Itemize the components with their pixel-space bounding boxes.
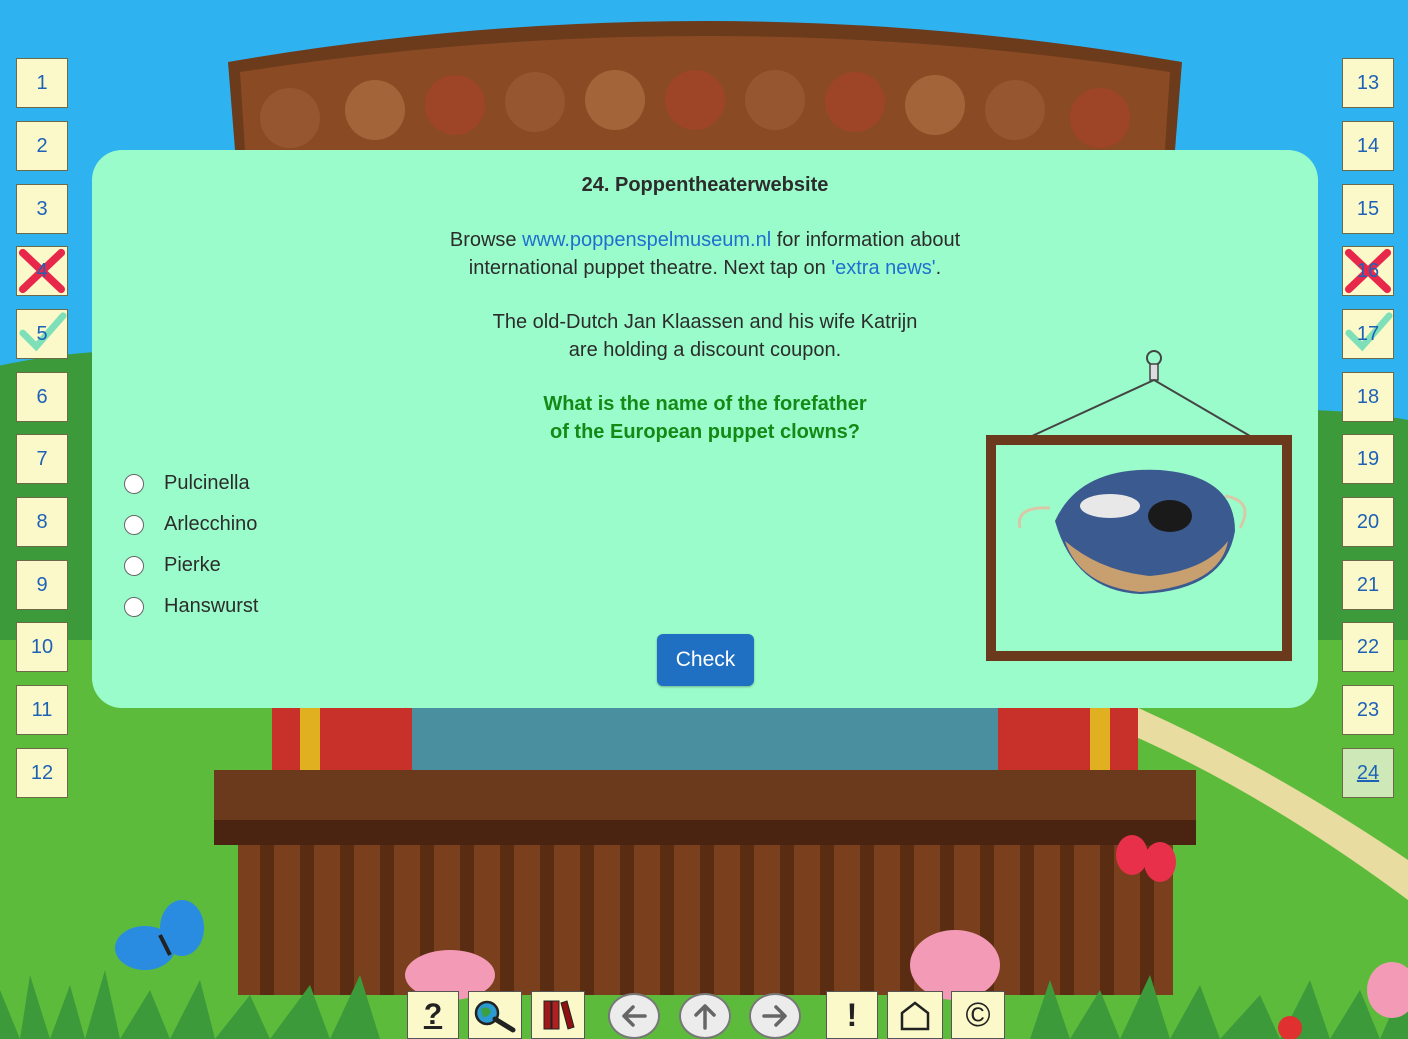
question-nav-label: 5: [36, 322, 48, 345]
radio-button[interactable]: [124, 473, 144, 494]
question-nav-label: 10: [30, 635, 54, 658]
question-nav-label: 12: [30, 761, 54, 784]
question-nav-12[interactable]: 12: [16, 748, 68, 798]
question-nav-2[interactable]: 2: [16, 121, 68, 171]
question-nav-label: 6: [36, 385, 48, 408]
question-nav-15[interactable]: 15: [1342, 184, 1394, 234]
question-nav-7[interactable]: 7: [16, 434, 68, 484]
question-nav-3[interactable]: 3: [16, 184, 68, 234]
question-nav-label: 11: [31, 698, 53, 721]
question-nav-1[interactable]: 1: [16, 58, 68, 108]
question-nav-22[interactable]: 22: [1342, 622, 1394, 672]
answer-option-pulcinella[interactable]: Pulcinella: [124, 472, 250, 495]
question-nav-4[interactable]: 4: [16, 246, 68, 296]
up-button[interactable]: [679, 993, 731, 1039]
next-button[interactable]: [749, 993, 801, 1039]
question-nav-label: 8: [36, 510, 48, 533]
help-icon: ?: [423, 998, 443, 1031]
question-nav-label: 20: [1356, 510, 1380, 533]
question-nav-9[interactable]: 9: [16, 560, 68, 610]
question-nav-label: 1: [36, 71, 48, 94]
arrow-left-icon: [622, 1005, 647, 1027]
copyright-button[interactable]: ©: [951, 991, 1005, 1039]
question-nav-label: 3: [36, 197, 48, 220]
question-nav-10[interactable]: 10: [16, 622, 68, 672]
instruction-text: for information about: [771, 229, 961, 251]
previous-button[interactable]: [608, 993, 660, 1039]
radio-button[interactable]: [124, 514, 144, 535]
question-title: 24. Poppentheaterwebsite: [581, 174, 829, 196]
answer-label: Arlecchino: [164, 513, 258, 535]
home-button[interactable]: [887, 991, 943, 1039]
question-nav-8[interactable]: 8: [16, 497, 68, 547]
answer-label: Pulcinella: [164, 472, 250, 494]
instruction-text: Browse: [449, 229, 523, 251]
books-icon: [543, 1000, 575, 1030]
instruction-text: .: [935, 257, 942, 279]
search-button[interactable]: [468, 991, 522, 1039]
question-nav-label: 13: [1356, 71, 1380, 94]
question-panel: 24. Poppentheaterwebsite Browse www.popp…: [92, 150, 1318, 708]
question-nav-11[interactable]: 11: [16, 685, 68, 735]
question-nav-5[interactable]: 5: [16, 309, 68, 359]
question-nav-13[interactable]: 13: [1342, 58, 1394, 108]
question-nav-label: 7: [36, 447, 48, 470]
answer-option-pierke[interactable]: Pierke: [124, 554, 221, 577]
question-nav-6[interactable]: 6: [16, 372, 68, 422]
framed-puppet-mask-image: [986, 350, 1292, 661]
search-globe-icon: [474, 1000, 516, 1033]
museum-website-link[interactable]: www.poppenspelmuseum.nl: [522, 229, 771, 251]
library-button[interactable]: [531, 991, 585, 1039]
question-nav-label: 24: [1356, 761, 1380, 784]
extra-news-link[interactable]: 'extra news': [831, 257, 935, 279]
question-nav-20[interactable]: 20: [1342, 497, 1394, 547]
question-nav-label: 15: [1356, 197, 1380, 220]
home-icon: [900, 1001, 930, 1031]
question-nav-label: 4: [36, 259, 48, 282]
instruction-text: international puppet theatre. Next tap o…: [468, 257, 832, 279]
question-nav-label: 2: [36, 134, 48, 157]
question-nav-label: 14: [1356, 134, 1380, 157]
question-nav-14[interactable]: 14: [1342, 121, 1394, 171]
question-nav-21[interactable]: 21: [1342, 560, 1394, 610]
question-nav-label: 17: [1356, 322, 1380, 345]
arrow-right-icon: [762, 1005, 787, 1027]
answer-label: Pierke: [164, 554, 221, 576]
help-button[interactable]: ?: [407, 991, 459, 1039]
question-nav-19[interactable]: 19: [1342, 434, 1394, 484]
question-nav-label: 19: [1356, 447, 1380, 470]
radio-button[interactable]: [124, 596, 144, 617]
question-nav-label: 18: [1356, 385, 1380, 408]
instruction-line-1: Browse www.poppenspelmuseum.nl for infor…: [92, 226, 1318, 254]
question-nav-17[interactable]: 17: [1342, 309, 1394, 359]
answer-option-arlecchino[interactable]: Arlecchino: [124, 513, 257, 536]
info-button[interactable]: !: [826, 991, 878, 1039]
radio-button[interactable]: [124, 555, 144, 576]
question-nav-label: 23: [1356, 698, 1380, 721]
check-button[interactable]: Check: [657, 634, 754, 686]
arrow-up-icon: [694, 1004, 716, 1030]
info-icon: !: [846, 996, 858, 1033]
question-nav-16[interactable]: 16: [1342, 246, 1394, 296]
instruction-line-2: international puppet theatre. Next tap o…: [92, 254, 1318, 282]
answer-label: Hanswurst: [164, 595, 259, 617]
question-nav-label: 16: [1356, 259, 1380, 282]
question-nav-label: 22: [1356, 635, 1380, 658]
question-nav-23[interactable]: 23: [1342, 685, 1394, 735]
question-nav-24-current[interactable]: 24: [1342, 748, 1394, 798]
question-nav-label: 9: [36, 573, 48, 596]
answer-option-hanswurst[interactable]: Hanswurst: [124, 595, 258, 618]
question-nav-label: 21: [1356, 573, 1380, 596]
copyright-icon: ©: [965, 995, 991, 1034]
question-nav-18[interactable]: 18: [1342, 372, 1394, 422]
context-line-1: The old-Dutch Jan Klaassen and his wife …: [492, 311, 918, 333]
